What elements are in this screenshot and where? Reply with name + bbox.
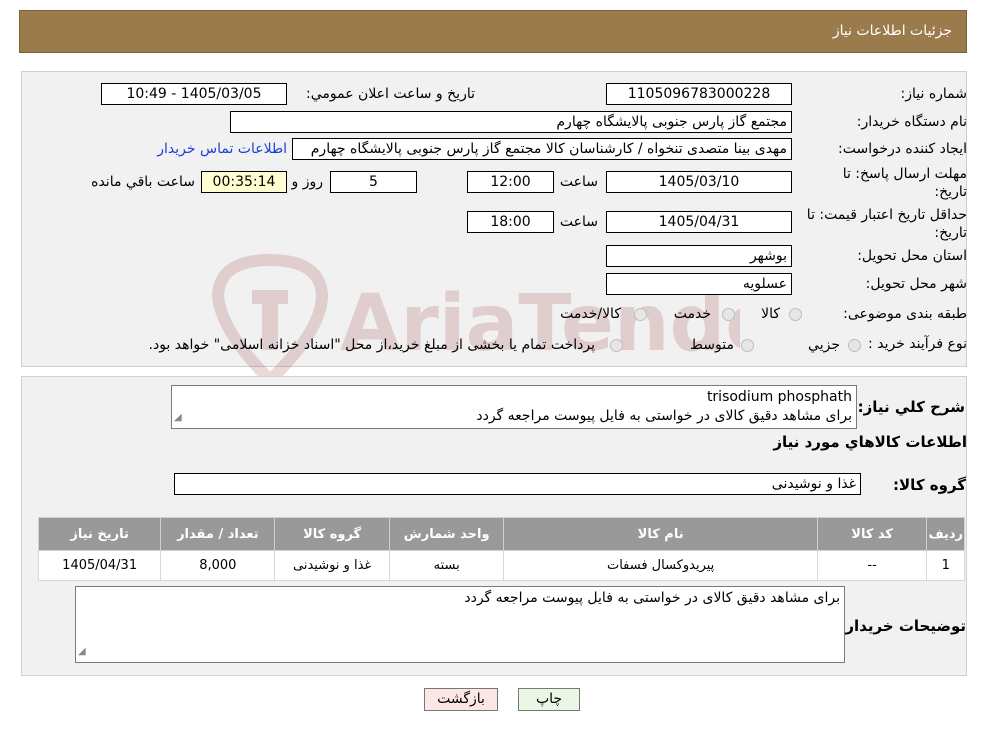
need-number-field: 1105096783000228 [606, 83, 792, 105]
process-label: نوع فرآيند خريد : [868, 336, 967, 352]
deadline-time-label: ساعت [559, 174, 598, 190]
cell-item-code: -- [816, 550, 928, 581]
validity-date-field: 1405/04/31 [606, 211, 792, 233]
need-number-label: شماره نیاز: [900, 86, 968, 102]
goods-table-header: رديف کد کالا نام کالا واحد شمارش گروه کا… [37, 517, 965, 551]
col-quantity: تعداد / مقدار [160, 517, 276, 551]
resize-handle-icon[interactable]: ◢ [174, 408, 182, 427]
buyer-org-label: نام دستگاه خريدار: [856, 114, 967, 130]
process-note: پرداخت تمام یا بخشی از مبلغ خرید،از محل … [148, 337, 595, 353]
col-group: گروه کالا [274, 517, 390, 551]
category-option-goods: کالا [761, 306, 780, 322]
col-need-date: تاريخ نياز [37, 517, 162, 551]
page-header: جزئیات اطلاعات نیاز [19, 10, 967, 53]
category-option-goods-service: کالا/خدمت [560, 306, 621, 322]
province-field: بوشهر [606, 245, 792, 267]
creator-label: ايجاد کننده درخواست: [838, 141, 967, 157]
goods-group-field: غذا و نوشیدنی [174, 473, 861, 495]
cell-row-number: 1 [926, 550, 965, 581]
process-radio-minor[interactable] [848, 339, 861, 352]
col-row-number: رديف [926, 517, 965, 551]
validity-label: حداقل تاريخ اعتبار قيمت: تا [806, 207, 967, 223]
creator-field: مهدی بینا متصدی تنخواه / کارشناسان کالا … [292, 138, 792, 160]
description-line1: trisodium phosphath [706, 389, 852, 405]
buyer-notes-label: توضيحات خريدار: [839, 617, 966, 635]
days-field: 5 [330, 171, 417, 193]
city-field: عسلويه [606, 273, 792, 295]
category-option-service: خدمت [673, 306, 711, 322]
cell-group: غذا و نوشیدنی [274, 550, 390, 581]
goods-group-label: گروه کالا: [893, 476, 966, 494]
deadline-time-field: 12:00 [467, 171, 554, 193]
cell-unit: بسته [388, 550, 505, 581]
buyer-org-field: مجتمع گاز پارس جنوبی پالایشگاه چهارم [230, 111, 792, 133]
category-radio-service[interactable] [722, 308, 735, 321]
process-option-minor: جزيي [808, 337, 840, 353]
back-button[interactable]: بازگشت [424, 688, 498, 711]
remaining-time-field: 00:35:14 [201, 171, 287, 193]
buyer-notes-text: برای مشاهد دقیق کالای در خواستی به فایل … [464, 590, 840, 606]
days-label: روز و [291, 174, 324, 190]
city-label: شهر محل تحويل: [865, 276, 967, 292]
province-label: استان محل تحويل: [857, 248, 967, 264]
remaining-label: ساعت باقي مانده [91, 174, 195, 190]
category-label: طبقه بندی موضوعی: [843, 306, 967, 322]
announce-label: تاریخ و ساعت اعلان عمومي: [306, 86, 475, 102]
col-unit: واحد شمارش [388, 517, 505, 551]
table-row: 1 -- پیریدوکسال فسفات بسته غذا و نوشیدنی… [37, 550, 965, 581]
description-line2: برای مشاهد دقیق کالای در خواستی به فایل … [476, 408, 852, 424]
process-radio-medium[interactable] [741, 339, 754, 352]
cell-item-name: پیریدوکسال فسفات [503, 550, 818, 581]
category-radio-goods[interactable] [789, 308, 802, 321]
page-title: جزئیات اطلاعات نیاز [832, 23, 952, 39]
description-textarea[interactable]: trisodium phosphath برای مشاهد دقیق کالا… [171, 385, 857, 429]
print-button[interactable]: چاپ [518, 688, 580, 711]
resize-handle-icon[interactable]: ◢ [78, 642, 86, 661]
cell-quantity: 8,000 [160, 550, 276, 581]
description-label: شرح کلي نياز: [857, 398, 965, 416]
validity-time-label: ساعت [559, 214, 598, 230]
deadline-label: مهلت ارسال پاسخ: تا [842, 166, 967, 182]
buyer-notes-textarea[interactable]: برای مشاهد دقیق کالای در خواستی به فایل … [75, 586, 845, 663]
goods-section-title: اطلاعات کالاهاي مورد نياز [773, 433, 967, 451]
col-item-code: کد کالا [816, 517, 928, 551]
validity-time-field: 18:00 [467, 211, 554, 233]
cell-need-date: 1405/04/31 [37, 550, 162, 581]
category-radio-goods-service[interactable] [634, 308, 647, 321]
deadline-label-date: تاريخ: [934, 184, 967, 200]
buyer-contact-link[interactable]: اطلاعات تماس خريدار [157, 141, 287, 157]
validity-label-date: تاريخ: [934, 225, 967, 241]
col-item-name: نام کالا [503, 517, 818, 551]
deadline-date-field: 1405/03/10 [606, 171, 792, 193]
process-option-medium: متوسط [690, 337, 734, 353]
announce-datetime-field: 1405/03/05 - 10:49 [101, 83, 287, 105]
goods-table: رديف کد کالا نام کالا واحد شمارش گروه کا… [37, 517, 965, 581]
process-radio-treasury[interactable] [610, 339, 623, 352]
